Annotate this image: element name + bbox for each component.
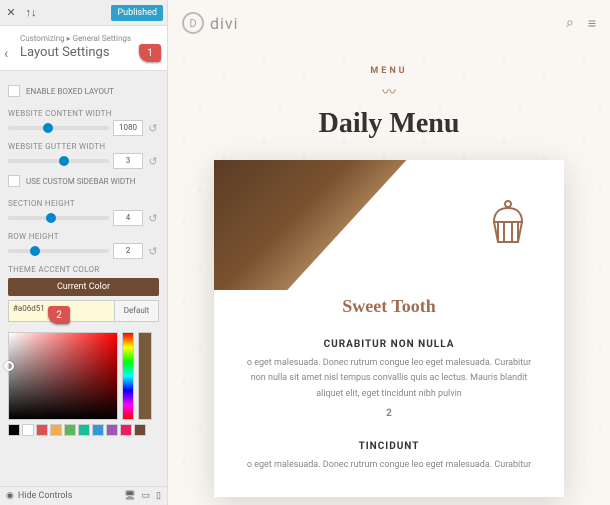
hue-slider[interactable]	[122, 332, 134, 420]
logo-text: divi	[210, 14, 239, 33]
swatch[interactable]	[106, 424, 118, 436]
menu-item-body: o eget malesuada. Donec rutrum congue le…	[214, 350, 564, 402]
swatch[interactable]	[36, 424, 48, 436]
panel-body: ENABLE BOXED LAYOUT WEBSITE CONTENT WIDT…	[0, 71, 167, 486]
current-color-strip	[138, 332, 152, 420]
custom-sidebar-toggle[interactable]: USE CUSTOM SIDEBAR WIDTH	[8, 169, 159, 193]
gutter-width-value[interactable]: 3	[113, 153, 143, 169]
content-width-label: WEBSITE CONTENT WIDTH	[8, 109, 159, 118]
swatch[interactable]	[8, 424, 20, 436]
gutter-width-slider[interactable]	[8, 159, 109, 163]
color-picker[interactable]	[8, 332, 159, 420]
swatch[interactable]	[120, 424, 132, 436]
menu-card: Sweet Tooth CURABITUR NON NULLA o eget m…	[214, 160, 564, 497]
close-icon[interactable]: ✕	[4, 6, 18, 19]
menu-item-title: CURABITUR NON NULLA	[214, 339, 564, 350]
customizer-topbar: ✕ ↑↓ Published	[0, 0, 167, 26]
swatch-row	[8, 424, 159, 436]
cookies-image	[214, 160, 407, 290]
logo-icon: D	[182, 12, 204, 34]
swatch[interactable]	[64, 424, 76, 436]
section-height-value[interactable]: 4	[113, 210, 143, 226]
reset-icon[interactable]: ↺	[147, 212, 159, 225]
collapse-icon[interactable]: ◉	[6, 491, 14, 501]
swatch[interactable]	[50, 424, 62, 436]
section-height-label: SECTION HEIGHT	[8, 199, 159, 208]
checkbox-icon	[8, 85, 20, 97]
cupcake-icon	[486, 196, 530, 246]
preview-pane: D divi ⌕ ≡ MENU 〰 Daily Menu Sweet Tooth…	[168, 0, 610, 505]
site-header: D divi ⌕ ≡	[168, 0, 610, 46]
back-icon[interactable]: ‹	[4, 46, 8, 62]
custom-sidebar-label: USE CUSTOM SIDEBAR WIDTH	[26, 177, 136, 186]
swatch[interactable]	[92, 424, 104, 436]
publish-button[interactable]: Published	[111, 5, 163, 21]
annotation-marker-2: 2	[48, 306, 70, 324]
menu-item-title: TINCIDUNT	[214, 441, 564, 452]
page-heading: Daily Menu	[168, 108, 610, 140]
mobile-icon[interactable]: ▯	[156, 491, 161, 501]
divider-icon: 〰	[168, 82, 610, 102]
swatch[interactable]	[134, 424, 146, 436]
content-width-slider[interactable]	[8, 126, 109, 130]
reset-icon[interactable]: ↺	[147, 155, 159, 168]
hide-controls-button[interactable]: Hide Controls	[18, 491, 73, 501]
content-width-value[interactable]: 1080	[113, 120, 143, 136]
swatch[interactable]	[78, 424, 90, 436]
customizer-footer: ◉ Hide Controls 🖥 ▭ ▯	[0, 486, 167, 505]
menu-tag: MENU	[168, 66, 610, 76]
default-color-button[interactable]: Default	[115, 300, 159, 322]
saturation-value-area[interactable]	[8, 332, 118, 420]
accent-color-label: THEME ACCENT COLOR	[8, 265, 159, 274]
boxed-layout-label: ENABLE BOXED LAYOUT	[26, 87, 114, 96]
current-color-button[interactable]: Current Color	[8, 278, 159, 296]
breadcrumb: Customizing ▸ General Settings	[20, 34, 161, 43]
annotation-marker-1: 1	[139, 44, 161, 62]
search-icon[interactable]: ⌕	[566, 15, 574, 32]
menu-icon[interactable]: ≡	[588, 15, 596, 32]
desktop-icon[interactable]: 🖥	[124, 491, 135, 501]
boxed-layout-toggle[interactable]: ENABLE BOXED LAYOUT	[8, 79, 159, 103]
checkbox-icon	[8, 175, 20, 187]
row-height-slider[interactable]	[8, 249, 109, 253]
reset-icon[interactable]: ↺	[147, 122, 159, 135]
tablet-icon[interactable]: ▭	[142, 491, 151, 501]
gutter-width-label: WEBSITE GUTTER WIDTH	[8, 142, 159, 151]
sort-icon[interactable]: ↑↓	[24, 6, 38, 19]
section-height-slider[interactable]	[8, 216, 109, 220]
menu-item-body: o eget malesuada. Donec rutrum congue le…	[214, 452, 564, 473]
card-heading: Sweet Tooth	[214, 296, 564, 317]
panel-header: ‹ Customizing ▸ General Settings Layout …	[0, 26, 167, 71]
menu-item-price: 2	[214, 408, 564, 419]
row-height-label: ROW HEIGHT	[8, 232, 159, 241]
customizer-sidebar: ✕ ↑↓ Published ‹ Customizing ▸ General S…	[0, 0, 168, 505]
site-logo[interactable]: D divi	[182, 12, 239, 34]
row-height-value[interactable]: 2	[113, 243, 143, 259]
swatch[interactable]	[22, 424, 34, 436]
reset-icon[interactable]: ↺	[147, 245, 159, 258]
